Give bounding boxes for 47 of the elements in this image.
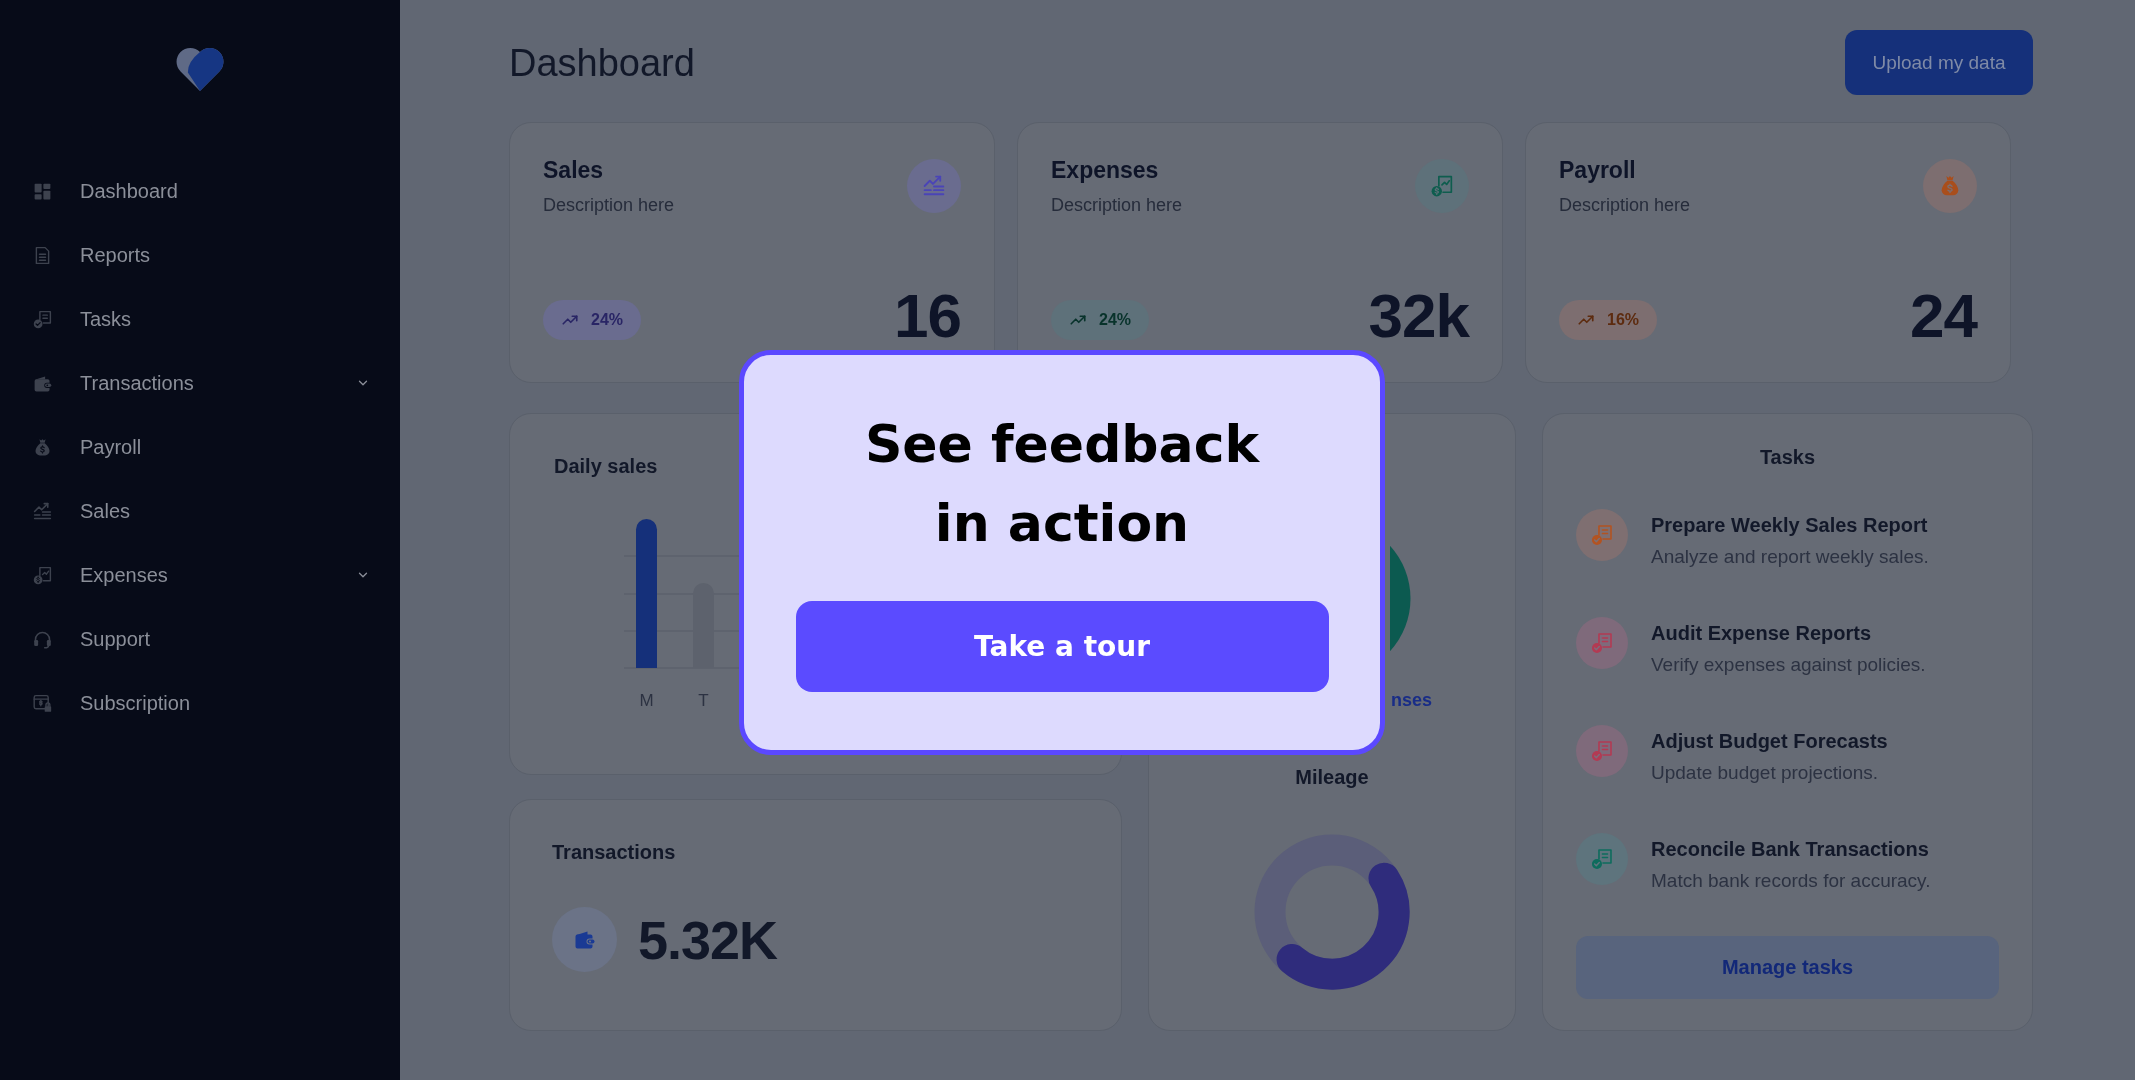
page-title: Dashboard [509, 40, 695, 86]
card-description: Description here [1051, 194, 1183, 217]
stat-value: 16 [894, 285, 961, 347]
modal-heading: See feedback in action [863, 413, 1261, 555]
sidebar-item[interactable]: Dashboard [0, 159, 400, 223]
task-title: Audit Expense Reports [1651, 621, 1873, 645]
change-percent: 24% [591, 311, 624, 329]
task-title: Adjust Budget Forecasts [1651, 729, 1888, 753]
card-title: Payroll [1559, 156, 1637, 185]
sidebar-item[interactable]: Subscription [0, 671, 400, 735]
document-check-icon [32, 308, 53, 330]
task-description: Update budget projections. [1651, 761, 1880, 785]
sidebar-item[interactable]: Sales [0, 479, 400, 543]
wallet-icon [552, 907, 617, 972]
tour-button[interactable]: Take a tour [795, 601, 1329, 692]
sidebar-item[interactable]: Transactions [0, 351, 400, 415]
upload-button[interactable]: Upload my data [1845, 30, 2033, 95]
stat-value: 24 [1910, 285, 1977, 347]
card-title: Sales [543, 156, 605, 185]
sidebar-item[interactable]: Expenses [0, 543, 400, 607]
trend-chart-icon [32, 500, 53, 522]
sidebar-item[interactable]: Payroll [0, 415, 400, 479]
card-description: Description here [1559, 194, 1691, 217]
card-description: Description here [543, 194, 675, 217]
sidebar-item[interactable]: Support [0, 607, 400, 671]
document-dollar-icon [32, 564, 53, 586]
change-percent: 16% [1607, 311, 1640, 329]
transactions-value: 5.32K [638, 909, 778, 970]
legend-label: nses [1391, 690, 1433, 710]
change-percent: 24% [1099, 311, 1132, 329]
card-title: Transactions [552, 840, 676, 864]
task-description: Analyze and report weekly sales. [1651, 545, 1929, 569]
card-title: Tasks [1759, 445, 1816, 469]
browser-lock-icon [32, 692, 53, 714]
sidebar-item[interactable]: Tasks [0, 287, 400, 351]
stat-value: 32k [1368, 285, 1469, 347]
task-description: Verify expenses against policies. [1651, 653, 1926, 677]
card-title: Mileage [1295, 765, 1369, 789]
heart-logo-icon [176, 48, 224, 91]
task-description: Match bank records for accuracy. [1651, 869, 1931, 893]
axis-label: T [698, 691, 709, 710]
task-title: Reconcile Bank Transactions [1651, 837, 1930, 861]
task-title: Prepare Weekly Sales Report [1651, 513, 1929, 537]
sidebar-item[interactable]: Reports [0, 223, 400, 287]
axis-label: M [639, 691, 654, 710]
card-title: Daily sales [554, 454, 658, 478]
card-title: Expenses [1051, 156, 1160, 185]
